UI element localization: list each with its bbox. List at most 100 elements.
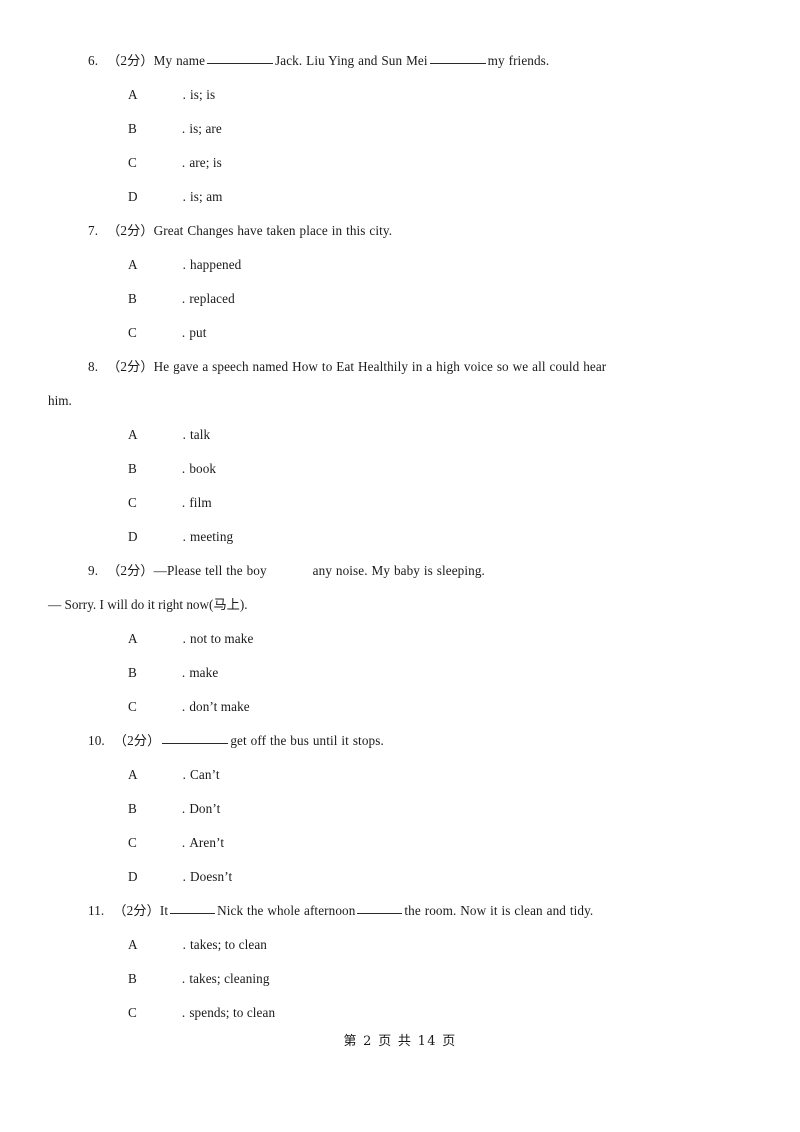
option-dot: . — [181, 801, 186, 816]
question-stem-6: 6. （2分）My name Jack. Liu Ying and Sun Mei m… — [48, 44, 752, 78]
question-stem-8-wrap: him. — [48, 393, 72, 408]
option-8-D[interactable]: D. meeting — [48, 520, 752, 554]
option-text: Can’t — [190, 767, 220, 782]
option-text: takes; cleaning — [189, 971, 270, 986]
option-text: happened — [190, 257, 242, 272]
question-stem-text-11a: It — [159, 903, 169, 918]
option-8-A[interactable]: A. talk — [48, 418, 752, 452]
option-text: are; is — [189, 155, 222, 170]
question-stem-text-11b: Nick the whole afternoon — [217, 903, 356, 918]
question-marks-8: （2分） — [107, 359, 154, 374]
option-6-A[interactable]: A. is; is — [48, 78, 752, 112]
option-letter: C — [128, 699, 137, 714]
option-9-B[interactable]: B. make — [48, 656, 752, 690]
option-letter: B — [128, 801, 137, 816]
question-marks-10: （2分） — [113, 733, 161, 748]
option-dot: . — [181, 461, 186, 476]
answer-blank[interactable] — [162, 732, 229, 744]
option-8-C[interactable]: C. film — [48, 486, 752, 520]
option-10-A[interactable]: A. Can’t — [48, 758, 752, 792]
option-10-B[interactable]: B. Don’t — [48, 792, 752, 826]
option-dot: . — [181, 665, 186, 680]
question-number-11: 11. — [88, 903, 105, 918]
option-text: is; is — [190, 87, 216, 102]
option-8-B[interactable]: B. book — [48, 452, 752, 486]
question-marks-7: （2分） — [107, 223, 154, 238]
option-9-A[interactable]: A. not to make — [48, 622, 752, 656]
option-11-C[interactable]: C. spends; to clean — [48, 996, 752, 1030]
question-stem-text-9b: any noise. My baby is sleeping. — [312, 563, 485, 578]
answer-blank[interactable] — [357, 902, 403, 914]
question-stem-text-6b: Jack. Liu Ying and Sun Mei — [275, 53, 428, 68]
option-10-D[interactable]: D. Doesn’t — [48, 860, 752, 894]
question-stem-7: 7. （2分）Great Changes have taken place in … — [48, 214, 752, 248]
question-stem-9: 9. （2分）—Please tell the boy any noise. My … — [48, 554, 752, 588]
question-stem-text-10: get off the bus until it stops. — [230, 733, 384, 748]
question-number-8: 8. — [88, 359, 99, 374]
option-letter: C — [128, 155, 137, 170]
option-11-B[interactable]: B. takes; cleaning — [48, 962, 752, 996]
question-block-7: 7. （2分）Great Changes have taken place in … — [48, 214, 752, 350]
option-6-B[interactable]: B. is; are — [48, 112, 752, 146]
question-stem-text-9a: —Please tell the boy — [153, 563, 267, 578]
option-letter: A — [128, 767, 138, 782]
option-dot: . — [182, 87, 187, 102]
question-block-11: 11. （2分）It Nick the whole afternoon the roo… — [48, 894, 752, 1030]
option-letter: D — [128, 189, 138, 204]
question-stem-text-6a: My name — [153, 53, 206, 68]
option-letter: A — [128, 257, 138, 272]
question-list: 6. （2分）My name Jack. Liu Ying and Sun Mei m… — [48, 44, 752, 1030]
option-dot: . — [182, 869, 187, 884]
option-text: make — [189, 665, 219, 680]
answer-blank[interactable] — [207, 52, 274, 64]
option-dot: . — [182, 937, 187, 952]
question-stem-11: 11. （2分）It Nick the whole afternoon the roo… — [48, 894, 752, 928]
option-text: book — [189, 461, 217, 476]
option-9-C[interactable]: C. don’t make — [48, 690, 752, 724]
option-text: replaced — [189, 291, 235, 306]
option-dot: . — [181, 699, 186, 714]
option-text: not to make — [190, 631, 254, 646]
question-marks-6: （2分） — [107, 53, 154, 68]
question-stem-text-6c: my friends. — [487, 53, 550, 68]
answer-blank[interactable] — [429, 52, 486, 64]
option-letter: C — [128, 1005, 137, 1020]
option-letter: D — [128, 869, 138, 884]
option-dot: . — [181, 835, 186, 850]
question-block-6: 6. （2分）My name Jack. Liu Ying and Sun Mei m… — [48, 44, 752, 214]
option-7-A[interactable]: A. happened — [48, 248, 752, 282]
question-block-10: 10. （2分） get off the bus until it stops. A… — [48, 724, 752, 894]
option-letter: C — [128, 835, 137, 850]
question-number-6: 6. — [88, 53, 99, 68]
option-dot: . — [181, 971, 186, 986]
option-6-C[interactable]: C. are; is — [48, 146, 752, 180]
option-dot: . — [182, 257, 187, 272]
question-stem-text-7: Great Changes have taken place in this c… — [153, 223, 393, 238]
option-dot: . — [182, 631, 187, 646]
question-number-10: 10. — [88, 733, 105, 748]
option-text: Aren’t — [189, 835, 225, 850]
option-7-C[interactable]: C. put — [48, 316, 752, 350]
option-text: Don’t — [189, 801, 221, 816]
option-6-D[interactable]: D. is; am — [48, 180, 752, 214]
question-stem-text-11c: the room. Now it is clean and tidy. — [404, 903, 594, 918]
option-letter: A — [128, 631, 138, 646]
option-dot: . — [181, 291, 186, 306]
option-letter: C — [128, 325, 137, 340]
option-11-A[interactable]: A. takes; to clean — [48, 928, 752, 962]
option-letter: A — [128, 937, 138, 952]
option-letter: A — [128, 87, 138, 102]
option-7-B[interactable]: B. replaced — [48, 282, 752, 316]
answer-blank[interactable] — [170, 902, 216, 914]
option-text: takes; to clean — [190, 937, 267, 952]
question-block-9: 9. （2分）—Please tell the boy any noise. My … — [48, 554, 752, 724]
document-page: 6. （2分）My name Jack. Liu Ying and Sun Mei m… — [0, 0, 800, 1132]
question-stem-9-line2: — Sorry. I will do it right now(马上). — [48, 597, 248, 612]
question-stem-8: 8. （2分）He gave a speech named How to Eat … — [48, 350, 752, 384]
option-dot: . — [181, 495, 186, 510]
option-10-C[interactable]: C. Aren’t — [48, 826, 752, 860]
question-number-9: 9. — [88, 563, 99, 578]
option-dot: . — [181, 1005, 186, 1020]
question-number-7: 7. — [88, 223, 99, 238]
option-text: Doesn’t — [190, 869, 233, 884]
